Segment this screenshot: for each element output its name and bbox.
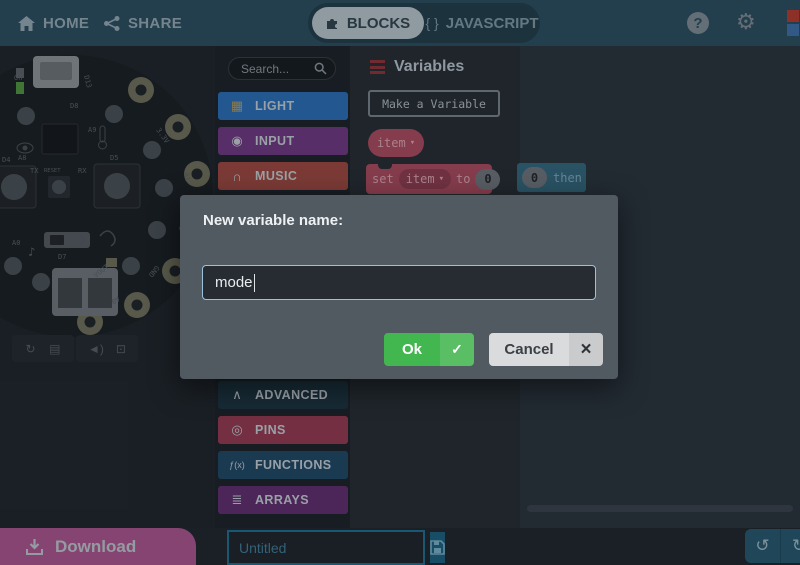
text-cursor xyxy=(254,274,255,292)
check-icon: ✓ xyxy=(440,333,474,366)
new-variable-dialog: New variable name: mode Ok ✓ Cancel × xyxy=(180,195,618,379)
cancel-button[interactable]: Cancel × xyxy=(489,333,603,366)
dialog-title: New variable name: xyxy=(203,212,343,229)
variable-name-value: mode xyxy=(215,274,253,291)
variable-name-input[interactable]: mode xyxy=(202,265,596,300)
close-icon: × xyxy=(569,333,603,366)
ok-button[interactable]: Ok ✓ xyxy=(384,333,474,366)
